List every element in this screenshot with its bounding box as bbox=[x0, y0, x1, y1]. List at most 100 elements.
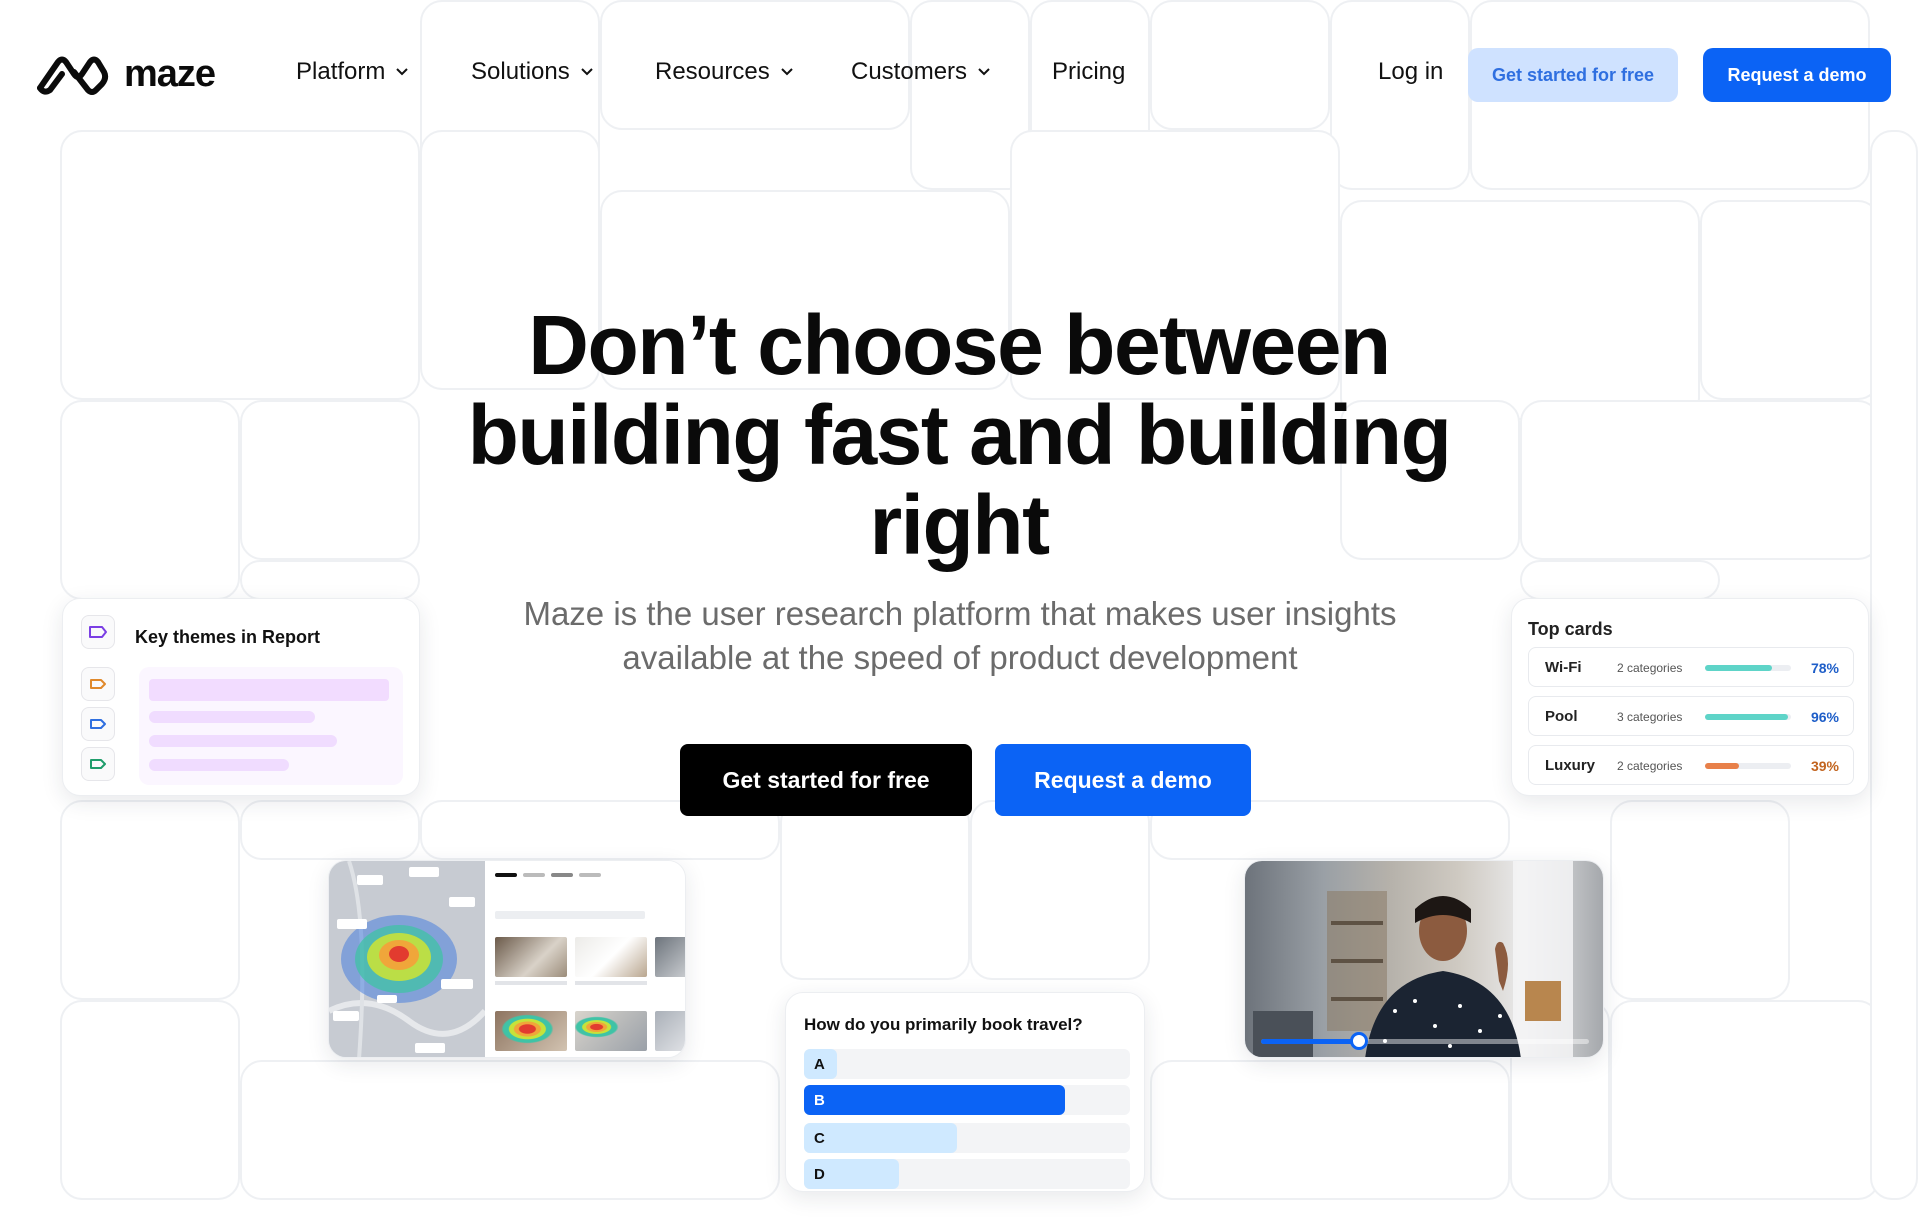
nav-item-pricing[interactable]: Pricing bbox=[1052, 58, 1125, 86]
grid-cell bbox=[60, 1000, 240, 1200]
grid-cell bbox=[1520, 400, 1880, 560]
grid-cell bbox=[1150, 1060, 1510, 1200]
survey-option-label: C bbox=[814, 1130, 825, 1147]
top-card-row: Pool 3 categories 96% bbox=[1528, 696, 1854, 736]
row-percent: 78% bbox=[1810, 660, 1839, 676]
hero-request-demo-button[interactable]: Request a demo bbox=[995, 744, 1251, 816]
nav-item-platform[interactable]: Platform bbox=[296, 58, 409, 86]
video-progress-fill bbox=[1261, 1039, 1360, 1044]
maze-logo-icon bbox=[37, 56, 109, 95]
theme-tag-icon bbox=[81, 747, 115, 781]
listing-thumbnail bbox=[575, 1011, 647, 1051]
top-cards-title: Top cards bbox=[1528, 619, 1613, 639]
grid-cell bbox=[240, 1060, 780, 1200]
nav-label: Platform bbox=[296, 58, 386, 85]
row-progress-fill bbox=[1705, 714, 1788, 720]
chevron-down-icon bbox=[978, 68, 990, 76]
grid-cell bbox=[240, 400, 420, 560]
grid-cell bbox=[60, 400, 240, 600]
survey-option-label: D bbox=[814, 1166, 825, 1183]
survey-option-label: A bbox=[814, 1056, 825, 1073]
video-card bbox=[1244, 860, 1604, 1058]
key-themes-card: Key themes in Report bbox=[62, 598, 420, 796]
row-progress-track bbox=[1705, 763, 1791, 769]
nav-item-resources[interactable]: Resources bbox=[655, 58, 794, 86]
theme-tag-icon bbox=[81, 707, 115, 741]
request-demo-button[interactable]: Request a demo bbox=[1703, 48, 1891, 102]
listing-thumbnail bbox=[495, 1011, 567, 1051]
row-categories: 3 categories bbox=[1617, 710, 1683, 724]
survey-option[interactable]: B bbox=[804, 1085, 1130, 1115]
listing-thumbnail bbox=[495, 937, 567, 977]
login-link[interactable]: Log in bbox=[1378, 58, 1443, 86]
heatmap-map bbox=[329, 861, 488, 1057]
heatmap-card bbox=[328, 860, 686, 1058]
listing-thumbnail bbox=[575, 937, 647, 977]
row-percent: 39% bbox=[1810, 758, 1839, 774]
survey-option-fill bbox=[804, 1123, 958, 1153]
nav-label: Customers bbox=[851, 58, 968, 85]
hero-subtitle: Maze is the user research platform that … bbox=[523, 595, 1397, 676]
video-thumbnail-image bbox=[1253, 861, 1573, 1057]
grid-cell bbox=[60, 800, 240, 1000]
top-card-row: Wi-Fi 2 categories 78% bbox=[1528, 647, 1854, 687]
grid-cell bbox=[240, 800, 420, 860]
heatmap-image bbox=[329, 861, 488, 1057]
grid-cell bbox=[60, 130, 420, 400]
row-progress-track bbox=[1705, 665, 1791, 671]
chevron-down-icon bbox=[396, 68, 409, 76]
report-tag-icon bbox=[81, 615, 115, 649]
brand-name: maze bbox=[124, 52, 216, 95]
nav-item-customers[interactable]: Customers bbox=[851, 58, 991, 86]
row-progress-track bbox=[1705, 714, 1791, 720]
brand-logo[interactable]: maze bbox=[34, 52, 216, 96]
chevron-down-icon bbox=[581, 68, 593, 76]
video-frame bbox=[1245, 861, 1603, 1057]
placeholder-bar bbox=[149, 759, 289, 771]
row-name: Luxury bbox=[1545, 757, 1596, 774]
chevron-down-icon bbox=[781, 68, 793, 76]
grid-cell bbox=[1870, 130, 1918, 1200]
top-card-row: Luxury 2 categories 39% bbox=[1528, 745, 1854, 785]
grid-cell bbox=[1700, 200, 1880, 400]
row-categories: 2 categories bbox=[1617, 661, 1683, 675]
survey-option-label: B bbox=[814, 1092, 825, 1109]
hero-get-started-button[interactable]: Get started for free bbox=[680, 744, 972, 816]
nav-label: Solutions bbox=[471, 58, 570, 85]
themes-placeholder-panel bbox=[139, 667, 403, 785]
grid-cell bbox=[970, 800, 1150, 980]
survey-question: How do you primarily book travel? bbox=[804, 1015, 1083, 1034]
placeholder-bar bbox=[149, 711, 315, 723]
row-progress-fill bbox=[1705, 763, 1739, 769]
nav-label: Pricing bbox=[1052, 58, 1126, 85]
row-percent: 96% bbox=[1810, 709, 1839, 725]
listing-thumbnail bbox=[655, 1011, 685, 1051]
survey-option-fill bbox=[804, 1085, 1065, 1115]
heatmap-listing-preview bbox=[485, 861, 685, 1057]
top-navigation: maze Platform Solutions Resources Custom… bbox=[0, 0, 1918, 150]
grid-cell bbox=[1610, 800, 1790, 1000]
theme-tag-icon bbox=[81, 667, 115, 701]
placeholder-bar bbox=[149, 679, 389, 701]
row-name: Pool bbox=[1545, 708, 1578, 725]
row-categories: 2 categories bbox=[1617, 759, 1683, 773]
nav-label: Resources bbox=[655, 58, 770, 85]
row-name: Wi-Fi bbox=[1545, 659, 1582, 676]
placeholder-bar bbox=[149, 735, 337, 747]
grid-cell bbox=[240, 560, 420, 600]
row-progress-fill bbox=[1705, 665, 1773, 671]
key-themes-title: Key themes in Report bbox=[135, 627, 321, 647]
listing-thumbnail bbox=[655, 937, 685, 977]
survey-card: How do you primarily book travel? A B C … bbox=[785, 992, 1145, 1192]
grid-cell bbox=[780, 800, 970, 980]
survey-option[interactable]: D bbox=[804, 1159, 1130, 1189]
get-started-button[interactable]: Get started for free bbox=[1468, 48, 1678, 102]
grid-cell bbox=[1520, 560, 1720, 600]
top-cards-card: Top cards Wi-Fi 2 categories 78% Pool 3 … bbox=[1511, 598, 1869, 796]
video-progress-bar[interactable] bbox=[1261, 1032, 1589, 1050]
hero-title: Don’t choose between building fast and b… bbox=[467, 298, 1452, 572]
nav-item-solutions[interactable]: Solutions bbox=[471, 58, 594, 86]
survey-option[interactable]: A bbox=[804, 1049, 1130, 1079]
grid-cell bbox=[1610, 1000, 1880, 1200]
survey-option[interactable]: C bbox=[804, 1123, 1130, 1153]
